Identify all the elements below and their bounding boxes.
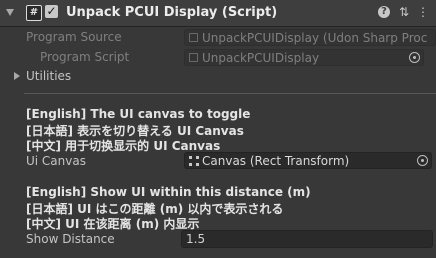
ui-canvas-field[interactable]: Canvas (Rect Transform) xyxy=(184,152,432,169)
program-script-field: UnpackPCUIDisplay xyxy=(184,49,424,66)
program-source-field: UnpackPCUIDisplay (Udon Sharp Proc xyxy=(184,29,436,46)
context-menu-icon[interactable]: ⋮ xyxy=(416,5,430,19)
show-distance-label: Show Distance xyxy=(26,232,115,246)
distance-desc-english: [English] Show UI within this distance (… xyxy=(26,185,311,199)
component-title: Unpack PCUI Display (Script) xyxy=(66,5,278,20)
script-icon: # xyxy=(26,5,42,21)
utilities-foldout[interactable]: Utilities xyxy=(26,69,71,83)
script-file-icon xyxy=(189,53,198,62)
program-source-label: Program Source xyxy=(26,30,122,44)
component-header[interactable]: # ✓ Unpack PCUI Display (Script) ? ⇅ ⋮ xyxy=(0,0,436,27)
show-distance-value: 1.5 xyxy=(186,232,206,246)
show-distance-input[interactable]: 1.5 xyxy=(181,230,433,248)
program-script-value: UnpackPCUIDisplay xyxy=(202,51,320,65)
object-picker-icon[interactable] xyxy=(417,155,428,166)
presets-icon[interactable]: ⇅ xyxy=(397,5,411,19)
program-source-value: UnpackPCUIDisplay (Udon Sharp Proc xyxy=(202,31,428,45)
ui-canvas-label: Ui Canvas xyxy=(26,154,86,168)
help-icon[interactable]: ? xyxy=(378,6,390,18)
utilities-foldout-icon[interactable] xyxy=(14,72,20,80)
rect-transform-icon xyxy=(189,156,199,166)
asset-icon xyxy=(189,33,198,42)
object-picker-icon xyxy=(409,52,420,63)
ui-canvas-value: Canvas (Rect Transform) xyxy=(202,154,350,168)
program-script-label: Program Script xyxy=(40,50,130,64)
section-divider xyxy=(24,93,436,94)
enabled-checkbox[interactable]: ✓ xyxy=(45,5,58,18)
canvas-desc-english: [English] The UI canvas to toggle xyxy=(26,107,251,121)
foldout-arrow-icon[interactable] xyxy=(6,9,14,16)
distance-desc-chinese: [中文] UI 在该距离 (m) 内显示 xyxy=(26,217,200,231)
